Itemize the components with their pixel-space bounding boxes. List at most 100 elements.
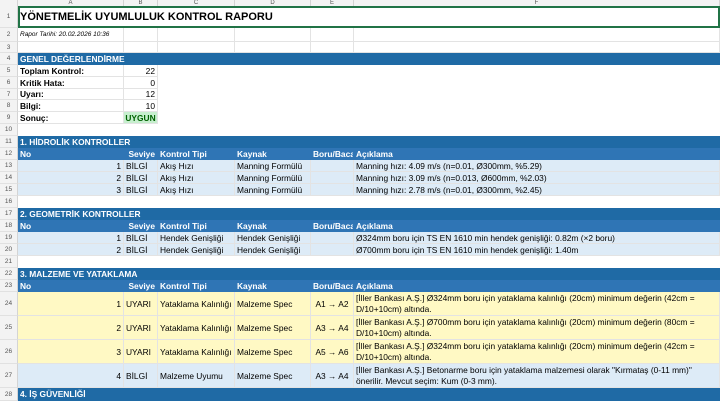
row-type[interactable]: Malzeme Uyumu: [158, 364, 235, 388]
row-source[interactable]: Malzeme Spec: [235, 292, 311, 316]
row-pipe[interactable]: A3 → A4: [311, 364, 354, 388]
row-no[interactable]: 3: [18, 340, 124, 364]
row-number[interactable]: 6: [0, 77, 18, 89]
row-type[interactable]: Yataklama Kalınlığı: [158, 316, 235, 340]
row-no[interactable]: 2: [18, 316, 124, 340]
row-pipe[interactable]: A1 → A2: [311, 292, 354, 316]
row-number[interactable]: 13: [0, 160, 18, 172]
col-description-header[interactable]: Açıklama: [354, 220, 720, 232]
row-pipe[interactable]: [311, 244, 354, 256]
report-date[interactable]: Rapor Tarihi: 20.02.2026 10:36: [18, 28, 124, 42]
row-number[interactable]: 16: [0, 196, 18, 208]
col-type-header[interactable]: Kontrol Tipi: [158, 220, 235, 232]
summary-label[interactable]: Toplam Kontrol:: [18, 65, 124, 77]
row-number[interactable]: 28: [0, 388, 18, 401]
col-no-header[interactable]: No: [18, 280, 124, 292]
row-no[interactable]: 1: [18, 232, 124, 244]
row-pipe[interactable]: [311, 184, 354, 196]
col-level-header[interactable]: Seviye: [124, 148, 158, 160]
row-source[interactable]: Hendek Genişliği: [235, 232, 311, 244]
row-type[interactable]: Yataklama Kalınlığı: [158, 340, 235, 364]
row-no[interactable]: 2: [18, 172, 124, 184]
row-number[interactable]: 8: [0, 100, 18, 112]
col-source-header[interactable]: Kaynak: [235, 280, 311, 292]
row-pipe[interactable]: [311, 232, 354, 244]
row-type[interactable]: Yataklama Kalınlığı: [158, 292, 235, 316]
row-pipe[interactable]: A5 → A6: [311, 340, 354, 364]
row-number[interactable]: 24: [0, 292, 18, 316]
row-level[interactable]: UYARI: [124, 292, 158, 316]
row-level[interactable]: BİLGİ: [124, 172, 158, 184]
row-number[interactable]: 7: [0, 89, 18, 100]
row-number[interactable]: 3: [0, 42, 18, 53]
col-level-header[interactable]: Seviye: [124, 280, 158, 292]
col-source-header[interactable]: Kaynak: [235, 148, 311, 160]
col-description-header[interactable]: Açıklama: [354, 280, 720, 292]
result-label[interactable]: Sonuç:: [18, 112, 124, 124]
col-pipe-header[interactable]: Boru/Baca: [311, 220, 354, 232]
report-title[interactable]: YÖNETMELİK UYUMLULUK KONTROL RAPORU: [18, 6, 720, 28]
row-number[interactable]: 23: [0, 280, 18, 292]
section-title[interactable]: 4. İŞ GÜVENLİĞİ: [18, 388, 720, 401]
row-number[interactable]: 11: [0, 136, 18, 148]
row-description[interactable]: Ø324mm boru için TS EN 1610 min hendek g…: [354, 232, 720, 244]
summary-value[interactable]: 0: [124, 77, 158, 89]
row-number[interactable]: 2: [0, 28, 18, 42]
row-description[interactable]: [İller Bankası A.Ş.] Betonarme boru için…: [354, 364, 720, 388]
row-level[interactable]: UYARI: [124, 340, 158, 364]
row-no[interactable]: 3: [18, 184, 124, 196]
cell[interactable]: [18, 42, 124, 53]
row-level[interactable]: BİLGİ: [124, 184, 158, 196]
row-number[interactable]: 9: [0, 112, 18, 124]
row-number[interactable]: 4: [0, 53, 18, 65]
cell[interactable]: [158, 28, 235, 42]
row-type[interactable]: Hendek Genişliği: [158, 244, 235, 256]
row-number[interactable]: 25: [0, 316, 18, 340]
col-no-header[interactable]: No: [18, 148, 124, 160]
row-level[interactable]: BİLGİ: [124, 232, 158, 244]
row-no[interactable]: 1: [18, 292, 124, 316]
row-source[interactable]: Malzeme Spec: [235, 340, 311, 364]
col-source-header[interactable]: Kaynak: [235, 220, 311, 232]
row-source[interactable]: Manning Formülü: [235, 160, 311, 172]
row-number[interactable]: 15: [0, 184, 18, 196]
row-no[interactable]: 4: [18, 364, 124, 388]
row-number[interactable]: 10: [0, 124, 18, 136]
row-source[interactable]: Manning Formülü: [235, 184, 311, 196]
section-title[interactable]: 2. GEOMETRİK KONTROLLER: [18, 208, 720, 220]
col-description-header[interactable]: Açıklama: [354, 148, 720, 160]
cell[interactable]: [311, 28, 354, 42]
row-source[interactable]: Manning Formülü: [235, 172, 311, 184]
row-type[interactable]: Akış Hızı: [158, 160, 235, 172]
row-level[interactable]: BİLGİ: [124, 160, 158, 172]
row-description[interactable]: Manning hızı: 3.09 m/s (n=0.013, Ø600mm,…: [354, 172, 720, 184]
row-source[interactable]: Hendek Genişliği: [235, 244, 311, 256]
row-number[interactable]: 20: [0, 244, 18, 256]
row-number[interactable]: 5: [0, 65, 18, 77]
row-pipe[interactable]: A3 → A4: [311, 316, 354, 340]
row-source[interactable]: Malzeme Spec: [235, 364, 311, 388]
col-type-header[interactable]: Kontrol Tipi: [158, 148, 235, 160]
cell[interactable]: [124, 42, 158, 53]
summary-value[interactable]: 10: [124, 100, 158, 112]
row-number[interactable]: 21: [0, 256, 18, 268]
summary-value[interactable]: 22: [124, 65, 158, 77]
row-number[interactable]: 1: [0, 6, 18, 28]
row-number[interactable]: 12: [0, 148, 18, 160]
summary-label[interactable]: Uyarı:: [18, 89, 124, 100]
row-description[interactable]: [İller Bankası A.Ş.] Ø324mm boru için ya…: [354, 292, 720, 316]
section-title[interactable]: 1. HİDROLİK KONTROLLER: [18, 136, 720, 148]
row-source[interactable]: Malzeme Spec: [235, 316, 311, 340]
row-level[interactable]: UYARI: [124, 316, 158, 340]
row-description[interactable]: Manning hızı: 2.78 m/s (n=0.01, Ø300mm, …: [354, 184, 720, 196]
row-description[interactable]: Manning hızı: 4.09 m/s (n=0.01, Ø300mm, …: [354, 160, 720, 172]
row-pipe[interactable]: [311, 160, 354, 172]
col-pipe-header[interactable]: Boru/Baca: [311, 280, 354, 292]
row-number[interactable]: 17: [0, 208, 18, 220]
row-number[interactable]: 19: [0, 232, 18, 244]
cell[interactable]: [354, 28, 720, 42]
row-no[interactable]: 2: [18, 244, 124, 256]
cell[interactable]: [235, 42, 311, 53]
row-pipe[interactable]: [311, 172, 354, 184]
row-no[interactable]: 1: [18, 160, 124, 172]
